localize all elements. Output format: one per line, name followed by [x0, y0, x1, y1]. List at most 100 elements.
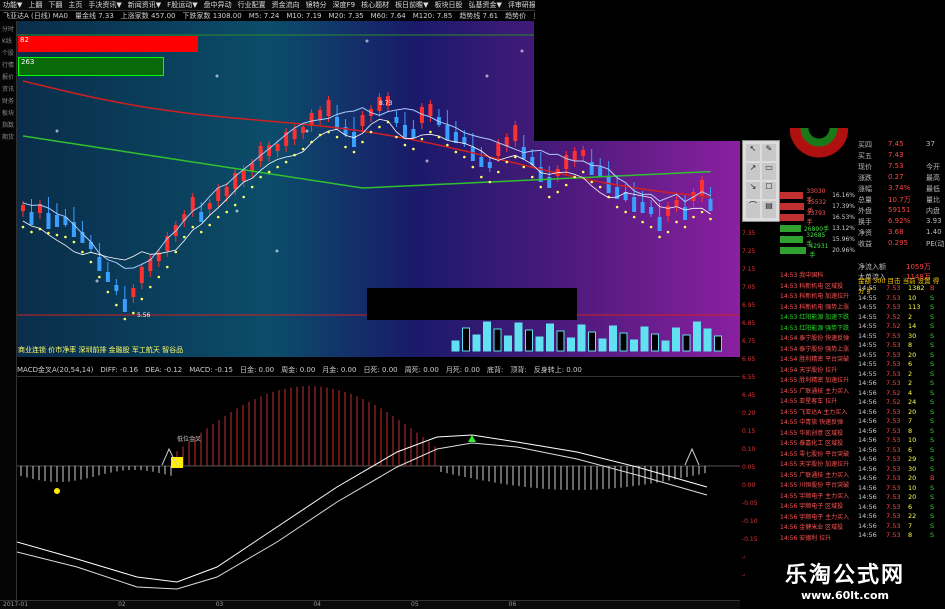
alert-item[interactable]: 14:56 金健米业 区域投 — [780, 522, 858, 533]
menu-item[interactable]: 弘基资金▼ — [468, 0, 501, 10]
tick-qty: 4 — [908, 388, 913, 397]
alert-item[interactable]: 14:55 川恒股份 平台突破 — [780, 480, 858, 491]
quote-panel: 买四 7.45 37 买五 7.43 现价 7.53 今开 涨跌 0.27 最高 涨幅 3.74% 最低总… — [780, 0, 945, 609]
alert-item[interactable]: 14:56 宇顺电子 区域投 — [780, 501, 858, 512]
alert-item[interactable]: 14:55 胜利精密 加速拉升 — [780, 375, 858, 386]
tick-side: S — [930, 426, 935, 435]
drawing-toolbox[interactable]: ↖ ✎ ↗ ▭ ↘ ☐ ⌒ ▤ — [742, 140, 780, 222]
left-strip-tab[interactable]: 板块 — [2, 110, 16, 117]
tick-side: S — [930, 331, 935, 340]
alert-item[interactable]: 14:54 泰宁股份 强势上涨 — [780, 344, 858, 355]
alert-item[interactable]: 14:55 广联通技 主力买入 — [780, 470, 858, 481]
tick-side: S — [930, 436, 935, 444]
tick-time: 14:56 — [858, 502, 877, 511]
left-strip-tab[interactable]: 指数 — [2, 122, 16, 129]
left-strip-tab[interactable]: 分时 — [2, 26, 16, 33]
alert-item[interactable]: 14:55 零七股份 平台突破 — [780, 449, 858, 460]
alert-item[interactable]: 14:53 红阳能源 强势下跌 — [780, 323, 858, 334]
left-strip-tab[interactable]: 资讯 — [2, 86, 16, 93]
info-item: M10: 7.19 — [286, 12, 322, 20]
alert-item[interactable]: 14:53 科新机电 强势上涨 — [780, 302, 858, 313]
menu-item[interactable]: 上翻 — [28, 0, 42, 10]
draw-tool[interactable]: ↗ — [746, 163, 760, 180]
alert-item[interactable]: 14:55 华凯创意 区域投 — [780, 428, 858, 439]
left-strip-tab[interactable]: 个股 — [2, 50, 16, 57]
menu-item[interactable]: 行业配置 — [238, 0, 266, 10]
alert-feed[interactable]: 14:53 我中国科 14:53 科新机电 区域投 14:53 科新机电 加速拉升 1… — [780, 270, 858, 543]
macd-panel[interactable]: 低位金叉 — [17, 376, 740, 600]
left-strip-tab[interactable]: K线 — [2, 38, 16, 45]
candle-body — [564, 155, 569, 169]
alert-item[interactable]: 14:53 科新机电 加速拉升 — [780, 291, 858, 302]
draw-tool[interactable]: ↘ — [746, 182, 760, 199]
draw-tool[interactable]: ☐ — [762, 182, 776, 199]
alert-item[interactable]: 14:55 天宇股份 加速拉升 — [780, 459, 858, 470]
menu-item[interactable]: 评审研报 — [508, 0, 535, 10]
alert-item[interactable]: 14:55 泰嘉化工 区域投 — [780, 438, 858, 449]
tick-qty: 6 — [908, 360, 913, 368]
menu-item[interactable]: 主页 — [68, 0, 82, 10]
left-strip-tab[interactable]: 行情 — [2, 62, 16, 69]
tick-side: B — [930, 474, 935, 482]
trend-dot — [361, 140, 364, 144]
alert-item[interactable]: 14:55 广联通技 主力买入 — [780, 386, 858, 397]
candle-body — [632, 197, 637, 212]
draw-tool[interactable]: ▭ — [762, 163, 776, 180]
alert-item[interactable]: 14:53 红阳能源 加速下跌 — [780, 312, 858, 323]
tick-qty: 30 — [908, 331, 917, 340]
alert-item[interactable]: 14:56 宇顺电子 主力买入 — [780, 512, 858, 523]
menu-item[interactable]: 盘中异动 — [204, 0, 232, 10]
tick-qty: 7 — [908, 417, 913, 425]
left-strip-tab[interactable]: 期货 — [2, 134, 16, 141]
order-pct: 16.16% — [832, 192, 855, 199]
menu-item[interactable]: 镜特分 — [306, 0, 327, 10]
quote-value: 7.45 — [888, 140, 904, 148]
alert-item[interactable]: 14:53 科新机电 区域投 — [780, 281, 858, 292]
kline-chart-panel[interactable]: 8.73 5.56 82 263 商业连锁 价市净率 深圳前排 金融股 军工航天 … — [17, 21, 740, 357]
volume-bar — [483, 321, 491, 352]
menu-item[interactable]: 新闻资讯▼ — [128, 0, 161, 10]
draw-tool[interactable]: ⌒ — [746, 201, 760, 218]
candle-body — [700, 180, 705, 196]
trend-dot — [344, 145, 347, 149]
menu-item[interactable]: 下翻 — [48, 0, 62, 10]
trend-dot — [89, 260, 93, 264]
tick-row: 14:55 7.53 30 S — [858, 332, 945, 342]
signal-dot — [54, 488, 60, 494]
tick-time: 14:56 — [858, 417, 877, 425]
tick-time: 14:56 — [858, 407, 877, 416]
menu-item[interactable]: 深度F9 — [333, 0, 355, 10]
menu-item[interactable]: 板日前瞻▼ — [395, 0, 428, 10]
alert-item[interactable]: 14:55 中青旅 快速反弹 — [780, 417, 858, 428]
left-strip-tab[interactable]: 财务 — [2, 98, 16, 105]
alert-item[interactable]: 14:54 泰宁股份 快速反弹 — [780, 333, 858, 344]
draw-tool[interactable]: ▤ — [762, 201, 776, 218]
menu-item[interactable]: 功能▼ — [3, 0, 22, 10]
axis-tick: 6.95 — [742, 302, 756, 309]
menu-item[interactable]: 核心题材 — [361, 0, 389, 10]
alert-item[interactable]: 14:55 亚星客车 拉升 — [780, 396, 858, 407]
alert-item[interactable]: 14:56 安德利 拉升 — [780, 533, 858, 544]
draw-tool[interactable]: ↖ — [746, 144, 760, 161]
left-strip-tab[interactable]: 报价 — [2, 74, 16, 81]
candle-body — [411, 129, 416, 138]
menu-item[interactable]: 板块日股 — [434, 0, 462, 10]
menu-item[interactable]: 手决资讯▼ — [88, 0, 121, 10]
alert-item[interactable]: 14:55 宇顺电子 主力买入 — [780, 491, 858, 502]
watermark-url: www.60lt.com — [800, 589, 890, 602]
menu-item[interactable]: F股运动▼ — [167, 0, 197, 10]
alert-item[interactable]: 14:54 天宇股份 拉升 — [780, 365, 858, 376]
trend-dot — [182, 235, 186, 239]
candle-body — [318, 110, 323, 119]
macd-value: 底背: — [486, 366, 504, 374]
candle-body — [326, 100, 331, 116]
volume-bar — [609, 325, 617, 352]
quote-row: 买四 7.45 37 — [858, 140, 945, 150]
alert-item[interactable]: 14:55 飞亚达A 主力买入 — [780, 407, 858, 418]
menu-item[interactable]: 资金流向 — [272, 0, 300, 10]
green-indicator-bar: 263 — [18, 57, 164, 76]
alert-item[interactable]: 14:54 胜利精密 平台突破 — [780, 354, 858, 365]
alert-item[interactable]: 14:53 我中国科 — [780, 270, 858, 281]
draw-tool[interactable]: ✎ — [762, 144, 776, 161]
tick-table[interactable]: 金额 300 目击 当前 设置 得分 扩 14:55 7.53 1382 B 14:55 7… — [858, 275, 945, 541]
